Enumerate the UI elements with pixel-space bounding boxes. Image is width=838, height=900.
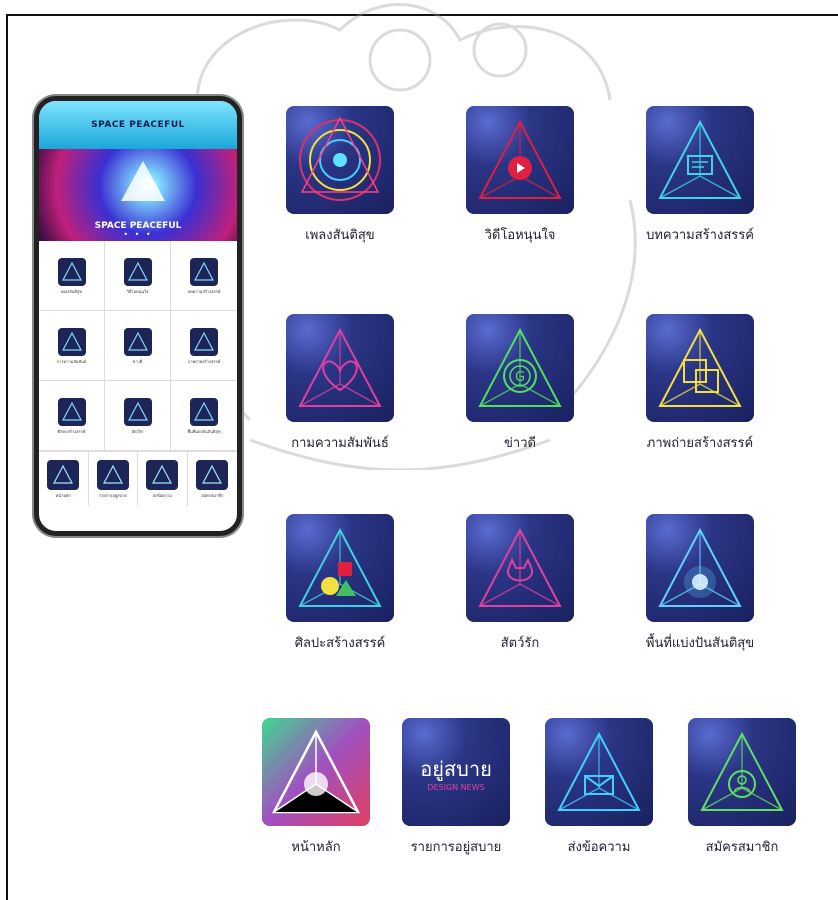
program-logo-subtext: DESIGN NEWS xyxy=(427,783,484,792)
app-icon-home[interactable]: หน้าหลัก xyxy=(246,718,386,857)
relationship-icon[interactable] xyxy=(286,314,394,422)
music-icon xyxy=(57,257,86,286)
phone-menu-label: วิดีโอหนุนใจ xyxy=(126,288,149,294)
app-label: หน้าหลัก xyxy=(291,840,341,855)
phone-menu-label: พื้นที่แบ่งปันสันติสุข xyxy=(187,428,221,434)
app-icon-music[interactable]: เพลงสันติสุข xyxy=(270,106,410,245)
app-label: ส่งข้อความ xyxy=(567,840,631,855)
phone-bottom-nav-item[interactable]: สมัครสมาชิก xyxy=(188,452,238,506)
phone-menu-item[interactable]: สัตว์รัก xyxy=(105,381,171,451)
app-label: รายการอยู่สบาย xyxy=(410,840,502,855)
carousel-dots[interactable]: • • • xyxy=(39,230,237,239)
phone-menu-item[interactable]: ภาพถ่ายสร้างสรรค์ xyxy=(171,311,237,381)
app-label: เพลงสันติสุข xyxy=(305,228,375,243)
phone-bottom-nav-label: หน้าหลัก xyxy=(55,493,71,498)
phone-menu-item[interactable]: เพลงสันติสุข xyxy=(39,241,105,311)
phone-bottom-nav-label: รายการอยู่สบาย xyxy=(98,493,127,498)
app-icon-share-space[interactable]: พื้นที่แบ่งปันสันติสุข xyxy=(630,514,770,653)
app-icon-video[interactable]: วิดีโอหนุนใจ xyxy=(450,106,590,245)
art-icon xyxy=(57,397,86,426)
phone-menu-label: ศิลปะสร้างสรรค์ xyxy=(57,428,86,434)
phone-menu-item[interactable]: บทความสร้างสรรค์ xyxy=(171,241,237,311)
app-icon-message[interactable]: ส่งข้อความ xyxy=(529,718,669,857)
phone-bottom-nav-item[interactable]: ส่งข้อความ xyxy=(138,452,188,506)
app-label: กามความสัมพันธ์ xyxy=(291,436,389,451)
app-label: สมัครสมาชิก xyxy=(705,840,779,855)
app-icon-art[interactable]: ศิลปะสร้างสรรค์ xyxy=(270,514,410,653)
phone-bottom-nav-item[interactable]: รายการอยู่สบาย xyxy=(89,452,138,506)
phone-menu-label: สัตว์รัก xyxy=(131,428,144,434)
app-label: วิดีโอหนุนใจ xyxy=(484,228,556,243)
pet-icon[interactable] xyxy=(466,514,574,622)
home-icon[interactable] xyxy=(262,718,370,826)
music-icon[interactable] xyxy=(286,106,394,214)
relationship-icon xyxy=(57,327,86,356)
phone-menu-label: การความสัมพันธ์ xyxy=(56,358,87,364)
article-icon[interactable] xyxy=(646,106,754,214)
phone-mockup: SPACE PEACEFUL SPACE PEACEFUL • • • เพลง… xyxy=(34,96,242,536)
good-news-icon xyxy=(123,327,152,356)
member-icon[interactable] xyxy=(688,718,796,826)
phone-menu-item[interactable]: พื้นที่แบ่งปันสันติสุข xyxy=(171,381,237,451)
app-icon-program[interactable]: อยู่สบาย DESIGN NEWS รายการอยู่สบาย xyxy=(386,718,526,857)
app-icon-relationship[interactable]: กามความสัมพันธ์ xyxy=(270,314,410,453)
phone-menu-item[interactable]: ข่าวดี xyxy=(105,311,171,381)
app-label: ภาพถ่ายสร้างสรรค์ xyxy=(646,436,754,451)
program-logo-text: อยู่สบาย xyxy=(420,757,492,782)
program-icon[interactable]: อยู่สบาย DESIGN NEWS xyxy=(402,718,510,826)
phone-menu-grid: เพลงสันติสุข วิดีโอหนุนใจ บทความสร้างสรร… xyxy=(39,241,237,451)
video-icon[interactable] xyxy=(466,106,574,214)
app-icon-photo[interactable]: ภาพถ่ายสร้างสรรค์ xyxy=(630,314,770,453)
photo-icon[interactable] xyxy=(646,314,754,422)
message-icon[interactable] xyxy=(545,718,653,826)
good-news-icon[interactable]: G xyxy=(466,314,574,422)
phone-bottom-nav-label: ส่งข้อความ xyxy=(152,493,172,498)
member-icon xyxy=(196,460,229,490)
art-icon[interactable] xyxy=(286,514,394,622)
article-icon xyxy=(190,257,218,286)
video-icon xyxy=(123,257,152,286)
phone-menu-label: ข่าวดี xyxy=(132,358,143,364)
app-icon-good-news[interactable]: G ข่าวดี xyxy=(450,314,590,453)
app-label: ข่าวดี xyxy=(504,436,536,451)
phone-menu-label: เพลงสันติสุข xyxy=(60,288,83,294)
phone-menu-item[interactable]: ศิลปะสร้างสรรค์ xyxy=(39,381,105,451)
phone-bottom-nav-item[interactable]: หน้าหลัก xyxy=(39,452,89,506)
app-label: สัตว์รัก xyxy=(500,636,540,651)
phone-header-title: SPACE PEACEFUL xyxy=(39,101,237,149)
app-icon-article[interactable]: บทความสร้างสรรค์ xyxy=(630,106,770,245)
phone-banner: SPACE PEACEFUL • • • xyxy=(39,149,237,241)
home-icon xyxy=(47,460,80,490)
phone-bottom-nav: หน้าหลัก รายการอยู่สบาย ส่งข้อความ สมัคร… xyxy=(39,451,237,506)
photo-icon xyxy=(190,327,218,356)
app-icon-member[interactable]: สมัครสมาชิก xyxy=(672,718,812,857)
share-space-icon xyxy=(190,397,218,426)
phone-bottom-nav-label: สมัครสมาชิก xyxy=(201,493,224,498)
app-label: ศิลปะสร้างสรรค์ xyxy=(294,636,386,651)
message-icon xyxy=(146,460,179,490)
share-space-icon[interactable] xyxy=(646,514,754,622)
app-label: พื้นที่แบ่งปันสันติสุข xyxy=(645,636,755,651)
phone-menu-label: ภาพถ่ายสร้างสรรค์ xyxy=(187,358,221,364)
app-icon-pet[interactable]: สัตว์รัก xyxy=(450,514,590,653)
svg-text:G: G xyxy=(515,370,525,385)
app-label: บทความสร้างสรรค์ xyxy=(646,228,754,243)
pet-icon xyxy=(123,397,152,426)
phone-menu-item[interactable]: การความสัมพันธ์ xyxy=(39,311,105,381)
phone-menu-label: บทความสร้างสรรค์ xyxy=(187,288,221,294)
phone-menu-item[interactable]: วิดีโอหนุนใจ xyxy=(105,241,171,311)
program-icon xyxy=(96,460,129,490)
banner-triangle-icon xyxy=(121,161,165,201)
